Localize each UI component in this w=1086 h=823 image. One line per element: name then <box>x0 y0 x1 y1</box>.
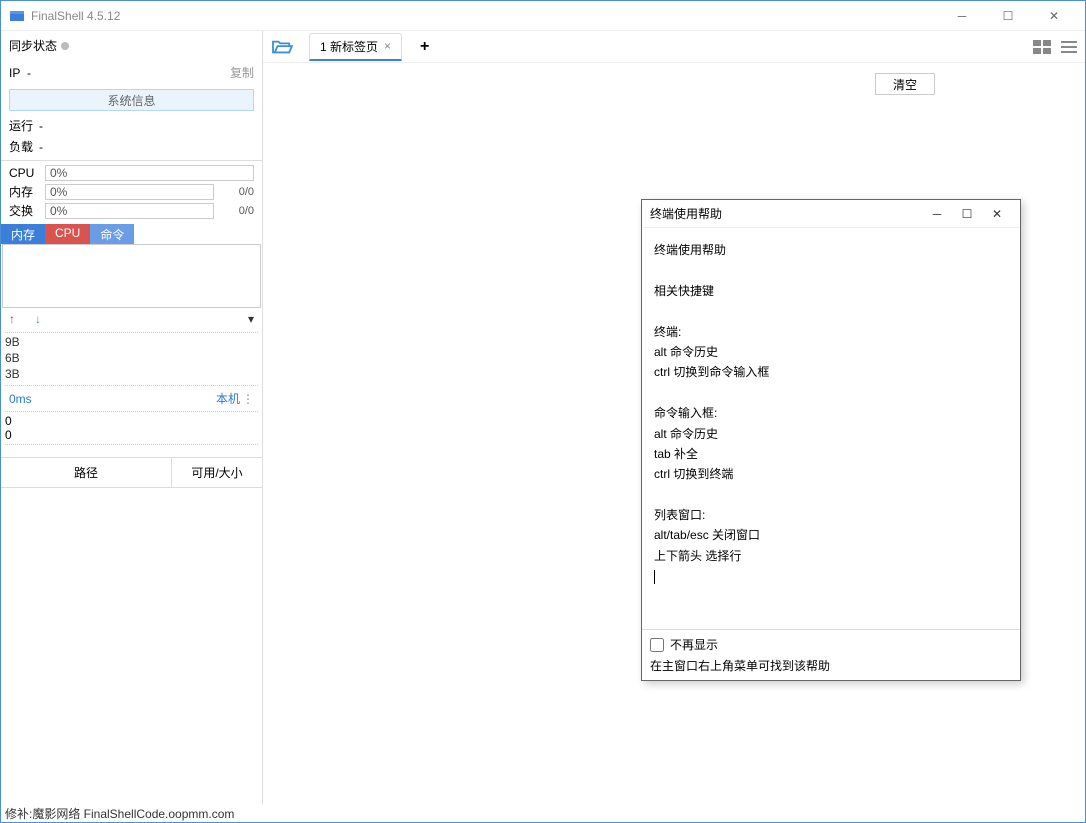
dialog-titlebar[interactable]: 终端使用帮助 ─ ☐ ✕ <box>642 200 1020 228</box>
dialog-footer-note: 在主窗口右上角菜单可找到该帮助 <box>650 657 1012 674</box>
app-icon <box>9 8 25 24</box>
maximize-button[interactable]: ☐ <box>985 1 1031 31</box>
dialog-body: 终端使用帮助 相关快捷键 终端: alt 命令历史 ctrl 切换到命令输入框 … <box>642 228 1020 629</box>
download-arrow-icon: ↓ <box>35 312 41 326</box>
open-folder-icon[interactable] <box>271 38 293 56</box>
swap-numbers: 0/0 <box>220 205 254 217</box>
help-line: 终端: <box>654 322 1008 342</box>
titlebar: FinalShell 4.5.12 ─ ☐ ✕ <box>1 1 1085 31</box>
toolbar: 1 新标签页 × + <box>263 31 1085 63</box>
text-cursor <box>654 570 655 584</box>
help-line: ctrl 切换到终端 <box>654 464 1008 484</box>
swap-value: 0% <box>50 204 67 218</box>
view-icons <box>1033 40 1077 54</box>
status-bar: 修补:魔影网络 FinalShellCode.oopmm.com <box>1 804 1085 822</box>
net-label-1: 6B <box>5 351 258 367</box>
tab-cmd[interactable]: 命令 <box>90 224 134 244</box>
ping-zero-2: 0 <box>5 428 258 442</box>
swap-bar: 0% <box>45 203 214 219</box>
net-label-0: 9B <box>5 335 258 351</box>
help-line: 上下箭头 选择行 <box>654 546 1008 566</box>
ping-more-icon[interactable]: ⋮ <box>242 392 254 406</box>
disk-header-size[interactable]: 可用/大小 <box>172 458 262 487</box>
list-view-icon[interactable] <box>1061 40 1077 54</box>
help-line: ctrl 切换到命令输入框 <box>654 362 1008 382</box>
ip-label: IP <box>9 66 20 80</box>
minimize-button[interactable]: ─ <box>939 1 985 31</box>
sync-status-row: 同步状态 <box>1 31 262 60</box>
net-row: ↑ ↓ ▾ <box>1 308 262 330</box>
ip-value: - <box>27 66 31 80</box>
ping-ms: 0ms <box>9 392 32 406</box>
caret-down-icon[interactable]: ▾ <box>248 312 254 326</box>
app-title: FinalShell 4.5.12 <box>31 9 120 23</box>
no-show-text: 不再显示 <box>670 636 718 653</box>
help-line: 列表窗口: <box>654 505 1008 525</box>
close-button[interactable]: ✕ <box>1031 1 1077 31</box>
running-label: 运行 <box>9 117 39 134</box>
ping-zeros: 0 0 <box>5 411 258 445</box>
chart-area <box>2 244 261 308</box>
help-line: alt 命令历史 <box>654 424 1008 444</box>
ip-row: IP - 复制 <box>1 60 262 85</box>
mem-value: 0% <box>50 185 67 199</box>
dialog-minimize-button[interactable]: ─ <box>922 207 952 221</box>
ping-zero-1: 0 <box>5 414 258 428</box>
disk-header-path[interactable]: 路径 <box>1 458 172 487</box>
help-line: alt/tab/esc 关闭窗口 <box>654 525 1008 545</box>
sync-status-label: 同步状态 <box>9 37 57 54</box>
tab-close-icon[interactable]: × <box>384 39 391 53</box>
cpu-bar: 0% <box>45 165 254 181</box>
load-value: - <box>39 140 254 154</box>
help-line: 终端使用帮助 <box>654 240 1008 260</box>
net-y-labels: 9B 6B 3B <box>5 332 258 386</box>
help-dialog: 终端使用帮助 ─ ☐ ✕ 终端使用帮助 相关快捷键 终端: alt 命令历史 c… <box>641 199 1021 681</box>
content-area: 1 新标签页 × + 清空 终端使用帮助 ─ ☐ ✕ 终端使用帮助 相关快捷键 <box>263 31 1085 804</box>
mem-numbers: 0/0 <box>220 186 254 198</box>
window-controls: ─ ☐ ✕ <box>939 1 1077 31</box>
upload-arrow-icon: ↑ <box>9 312 15 326</box>
sidebar: 同步状态 IP - 复制 系统信息 运行 - 负载 - CPU 0% 内存 0%… <box>1 31 263 804</box>
dialog-close-button[interactable]: ✕ <box>982 207 1012 221</box>
copy-button[interactable]: 复制 <box>230 64 254 81</box>
help-line: 相关快捷键 <box>654 281 1008 301</box>
footer-text: 修补:魔影网络 FinalShellCode.oopmm.com <box>5 805 234 822</box>
mem-bar: 0% <box>45 184 214 200</box>
no-show-checkbox[interactable] <box>650 638 664 652</box>
no-show-checkbox-label[interactable]: 不再显示 <box>650 636 1012 653</box>
add-tab-button[interactable]: + <box>420 38 429 56</box>
dialog-maximize-button[interactable]: ☐ <box>952 207 982 221</box>
clear-button[interactable]: 清空 <box>875 73 935 95</box>
running-row: 运行 - <box>1 115 262 136</box>
cpu-label: CPU <box>9 166 39 180</box>
cpu-value: 0% <box>50 166 67 180</box>
help-line: alt 命令历史 <box>654 342 1008 362</box>
load-label: 负载 <box>9 138 39 155</box>
dialog-title: 终端使用帮助 <box>650 205 722 222</box>
system-info-button[interactable]: 系统信息 <box>9 89 254 111</box>
tab-label: 1 新标签页 <box>320 38 378 55</box>
cpu-metric: CPU 0% <box>1 164 262 182</box>
swap-label: 交换 <box>9 202 39 219</box>
status-dot-icon <box>61 42 69 50</box>
help-line: 命令输入框: <box>654 403 1008 423</box>
dialog-footer: 不再显示 在主窗口右上角菜单可找到该帮助 <box>642 629 1020 680</box>
disk-header: 路径 可用/大小 <box>1 457 262 488</box>
help-line: tab 补全 <box>654 444 1008 464</box>
running-value: - <box>39 119 254 133</box>
mem-metric: 内存 0% 0/0 <box>1 182 262 201</box>
mini-tabs: 内存 CPU 命令 <box>1 224 262 244</box>
tab-cpu[interactable]: CPU <box>45 224 90 244</box>
ping-host[interactable]: 本机 <box>216 390 240 407</box>
grid-view-icon[interactable] <box>1033 40 1051 54</box>
net-label-2: 3B <box>5 367 258 383</box>
mem-label: 内存 <box>9 183 39 200</box>
tab-new[interactable]: 1 新标签页 × <box>309 33 402 61</box>
swap-metric: 交换 0% 0/0 <box>1 201 262 220</box>
ping-row: 0ms 本机 ⋮ <box>1 388 262 409</box>
load-row: 负载 - <box>1 136 262 157</box>
tab-mem[interactable]: 内存 <box>1 224 45 244</box>
